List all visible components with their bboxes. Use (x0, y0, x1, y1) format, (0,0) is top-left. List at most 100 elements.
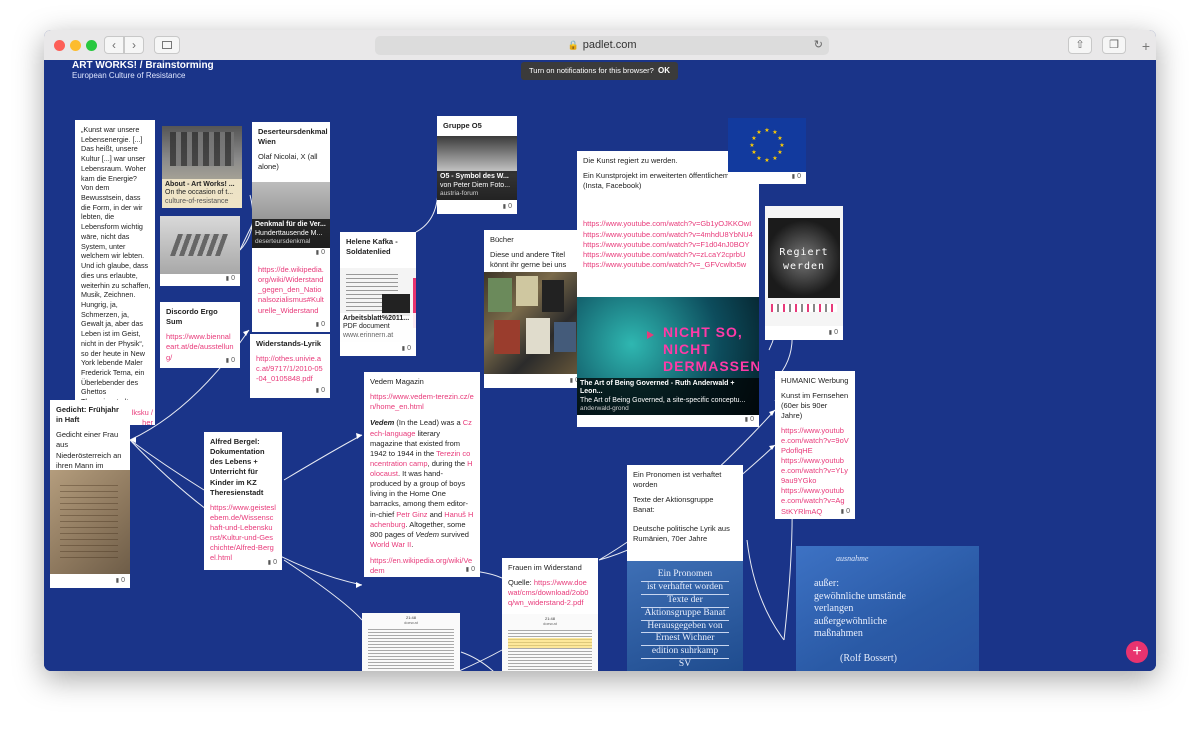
comment-count[interactable]: ▮0 (226, 356, 235, 365)
link-preview[interactable]: The Art of Being Governed - Ruth Anderwa… (577, 378, 759, 415)
social-post-image[interactable]: Regiert werden (765, 206, 843, 326)
comment-icon: ▮ (744, 416, 749, 423)
deserteur-image[interactable]: Denkmal für die Ver... Hunderttausende M… (252, 182, 330, 248)
link-preview[interactable]: About - Art Works! ... On the occasion o… (162, 178, 242, 208)
memorial-image (160, 216, 240, 274)
comment-count[interactable]: ▮0 (316, 386, 325, 395)
post-about-artworks[interactable]: About - Art Works! ... On the occasion o… (162, 126, 242, 208)
post-gedicht[interactable]: Gedicht: Frühjahr in Haft Gedicht einer … (50, 400, 130, 588)
comment-count[interactable]: ▮0 (316, 248, 325, 257)
reload-icon[interactable]: ↻ (814, 36, 823, 55)
new-tab-button[interactable]: + (1137, 38, 1155, 58)
notification-ok-button[interactable]: OK (658, 62, 670, 80)
post-eu-flag[interactable]: ★ ★ ★ ★ ★ ★ ★ ★ ★ ★ ★ ★ ▮ 0 (728, 118, 806, 184)
browser-window: ‹ › 🔒 padlet.com ↻ ⇧ ❐ + ART WORKS! / Br… (44, 30, 1156, 671)
zoom-window-button[interactable] (86, 40, 97, 51)
post-link[interactable]: https://www.geisteslebem.de/Wissenschaft… (210, 503, 276, 564)
post-document-scan[interactable]: 21:48 doew.at (362, 613, 460, 671)
post-memorial-photo[interactable]: ▮ 0 (160, 216, 240, 286)
post-ein-pronomen[interactable]: Ein Pronomen ist verhaftet worden Texte … (627, 465, 743, 671)
post-link[interactable]: https://www.youtube.com/watch?v=zLcaY2cp… (583, 250, 753, 260)
book-line: ist verhaftet worden (641, 582, 729, 595)
post-title: Gedicht: Frühjahr in Haft (56, 405, 119, 425)
sidebar-toggle-button[interactable] (154, 36, 180, 54)
post-rolf-bossert[interactable]: ausnahme außer: gewöhnliche umstände ver… (796, 546, 979, 671)
doc-site: doew.at (404, 620, 418, 625)
post-widerstands-lyrik[interactable]: Widerstands-Lyrik http://othes.univie.ac… (250, 334, 330, 398)
book-cover-image[interactable]: Ein Pronomen ist verhaftet worden Texte … (627, 561, 743, 671)
comment-count[interactable]: ▮0 (841, 507, 850, 516)
post-title: Vedem Magazin (370, 377, 424, 386)
comment-count[interactable]: ▮0 (316, 320, 325, 329)
post-link[interactable]: https://www.youtube.com/watch?v=4mhdU8Yb… (583, 230, 753, 240)
link-preview[interactable]: Arbeitsblatt%2011... PDF document www.er… (340, 312, 416, 342)
comment-count[interactable]: ▮0 (829, 328, 838, 337)
book-line: Ernest Wichner (641, 633, 729, 647)
link-title: Arbeitsblatt%2011... (343, 314, 410, 322)
post-deserteur-link[interactable]: https://de.wikipedia.org/wiki/Widerstand… (252, 260, 330, 332)
address-bar[interactable]: 🔒 padlet.com ↻ (375, 36, 829, 55)
post-link[interactable]: lksku /her (131, 408, 153, 425)
minimize-window-button[interactable] (70, 40, 81, 51)
post-link[interactable]: https://www.youtube.com/watch?v=AgStKYRl… (781, 486, 849, 516)
video-preview[interactable]: NICHT SO, NICHT DERMASSEN The Art of Bei… (577, 297, 759, 415)
post-discordo-ergo-sum[interactable]: Discordo Ergo Sum https://www.biennalear… (160, 302, 240, 368)
post-kunst-quote[interactable]: „Kunst war unsere Lebensenergie. [...] D… (75, 120, 155, 425)
post-link[interactable]: https://www.youtube.com/watch?v=F1d04nJ0… (583, 240, 753, 250)
post-link[interactable]: https://www.youtube.com/watch?v=YLy9au9Y… (781, 456, 849, 486)
document-image[interactable]: 21:48 doew.at (502, 614, 598, 671)
forward-button[interactable]: › (124, 36, 144, 54)
book-line: Aktionsgruppe Banat (641, 608, 729, 621)
post-link[interactable]: https://www.biennaleart.at/de/ausstellun… (166, 332, 234, 362)
post-link[interactable]: https://www.youtube.com/watch?v=Gb1yOJKK… (583, 219, 753, 229)
book-cover-text: Ein Pronomen ist verhaftet worden Texte … (627, 569, 743, 671)
post-helene-kafka[interactable]: Helene Kafka - Soldatenlied Arbeitsblatt… (340, 232, 416, 356)
post-deserteursdenkmal[interactable]: Deserteursdenkmal Wien Olaf Nicolai, X (… (252, 122, 330, 260)
comment-icon: ▮ (840, 508, 845, 515)
post-alfred-bergel[interactable]: Alfred Bergel: Dokumentation des Lebens … (204, 432, 282, 570)
text-link[interactable]: Petr Ginz (396, 510, 427, 519)
add-post-button[interactable]: + (1126, 641, 1148, 663)
comment-count[interactable]: ▮0 (226, 274, 235, 283)
link-source: culture-of-resistance (165, 197, 229, 205)
comment-count[interactable]: ▮0 (402, 344, 411, 353)
post-title: Widerstands-Lyrik (256, 339, 322, 348)
svg-text:★: ★ (779, 142, 784, 149)
share-button[interactable]: ⇧ (1068, 36, 1092, 54)
post-link[interactable]: https://en.wikipedia.org/wiki/Vedem (370, 556, 474, 576)
post-gruppe-o5[interactable]: Gruppe O5 O5 - Symbol des W... von Peter… (437, 116, 517, 214)
back-button[interactable]: ‹ (104, 36, 124, 54)
post-text: Texte der Aktionsgruppe Banat: (633, 495, 714, 515)
comment-count[interactable]: ▮0 (503, 202, 512, 211)
post-link[interactable]: https://www.vedem-terezin.cz/en/home_en.… (370, 392, 474, 412)
gruppe-o5-image[interactable]: O5 - Symbol des W... von Peter Diem Foto… (437, 136, 517, 200)
post-link[interactable]: https://de.wikipedia.org/wiki/Widerstand… (258, 265, 324, 316)
post-link[interactable]: https://www.youtube.com/watch?v=9oVPdofl… (781, 426, 849, 456)
padlet-canvas[interactable]: ART WORKS! / Brainstorming European Cult… (44, 60, 1156, 671)
post-frauen-im-widerstand[interactable]: Frauen im Widerstand Quelle: https://www… (502, 558, 598, 671)
comment-count[interactable]: ▮0 (268, 558, 277, 567)
book-line: Texte der (641, 595, 729, 608)
post-humanic-werbung[interactable]: HUMANIC Werbung Kunst im Fernsehen (60er… (775, 371, 855, 519)
poem-image[interactable] (50, 470, 130, 574)
books-image[interactable] (484, 272, 584, 374)
pdf-preview[interactable]: Arbeitsblatt%2011... PDF document www.er… (340, 268, 416, 342)
post-regiert-werden[interactable]: Regiert werden ▮ 0 (765, 206, 843, 340)
show-tabs-button[interactable]: ❐ (1102, 36, 1126, 54)
comment-count[interactable]: ▮0 (792, 172, 801, 181)
close-window-button[interactable] (54, 40, 65, 51)
text-link[interactable]: World War II (370, 540, 411, 549)
post-text: Vedem (In the Lead) was a Czech-language… (370, 418, 474, 550)
post-link[interactable]: http://othes.univie.ac.at/9717/1/2010-05… (256, 354, 324, 384)
comment-count[interactable]: ▮0 (466, 565, 475, 574)
poem-line: außergewöhnliche (814, 615, 888, 627)
link-preview[interactable]: O5 - Symbol des W... von Peter Diem Foto… (437, 171, 517, 200)
comment-count[interactable]: ▮0 (745, 415, 754, 424)
post-vedem-magazin[interactable]: Vedem Magazin https://www.vedem-terezin.… (364, 372, 480, 577)
comment-count[interactable]: ▮0 (116, 576, 125, 585)
link-preview[interactable]: Denkmal für die Ver... Hunderttausende M… (252, 219, 330, 248)
post-link[interactable]: https://www.youtube.com/watch?v=_GFVcwlt… (583, 260, 753, 270)
post-buecher[interactable]: Bücher Diese und andere Titel könnt ihr … (484, 230, 584, 388)
document-image[interactable]: 21:48 doew.at (362, 613, 460, 671)
post-kunst-regiert[interactable]: Die Kunst regiert zu werden. Ein Kunstpr… (577, 151, 759, 427)
